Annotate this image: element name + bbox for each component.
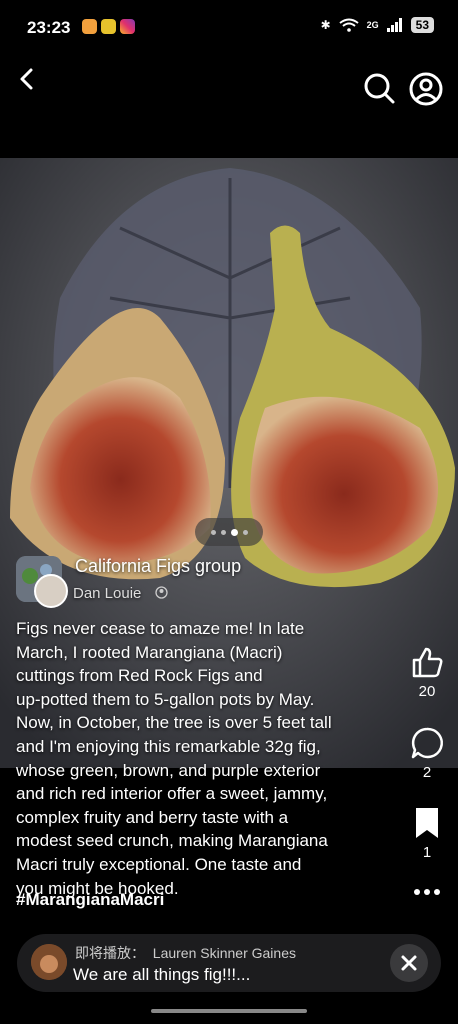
status-bar: 23:23 ✱ 2G 53	[0, 0, 458, 56]
up-next-player[interactable]: 即将播放： Lauren Skinner Gaines We are all t…	[17, 934, 441, 992]
post-line: whose green, brown, and purple exterior	[16, 760, 321, 780]
carousel-dot[interactable]	[210, 529, 216, 535]
post-line: Now, in October, the tree is over 5 feet…	[16, 713, 332, 733]
carousel-dot[interactable]	[242, 529, 248, 535]
status-time: 23:23	[27, 18, 71, 37]
top-nav	[0, 56, 458, 126]
app-notification-icon	[101, 19, 116, 34]
close-button[interactable]	[390, 944, 428, 982]
player-avatar	[31, 944, 67, 980]
comment-icon	[411, 727, 443, 759]
instagram-icon	[120, 19, 135, 34]
post-line: modest seed crunch, making Marangiana	[16, 831, 328, 851]
carousel-pager	[195, 518, 263, 546]
post-line: March, I rooted Marangiana (Macri)	[16, 642, 283, 662]
status-indicators: ✱ 2G 53	[321, 17, 434, 33]
close-icon	[401, 955, 417, 971]
player-artist: Lauren Skinner Gaines	[152, 945, 296, 961]
save-button[interactable]: 1	[407, 806, 447, 861]
post-line: cuttings from Red Rock Figs and	[16, 666, 263, 686]
profile-icon[interactable]	[408, 71, 444, 107]
carousel-dot-active[interactable]	[230, 528, 238, 536]
post-line: Macri truly exceptional. One taste and	[16, 854, 302, 874]
post-line: Figs never cease to amaze me! In late	[16, 619, 305, 638]
author-name[interactable]: Dan Louie	[73, 585, 141, 602]
up-next-label: 即将播放：	[75, 945, 145, 961]
player-label: 即将播放： Lauren Skinner Gaines	[75, 943, 296, 963]
bookmark-icon	[416, 808, 438, 838]
post-line: and I'm enjoying this remarkable 32g fig…	[16, 736, 321, 756]
network-type: 2G	[366, 20, 379, 30]
thumbs-up-icon	[412, 647, 443, 678]
author-badge-icon	[155, 586, 168, 599]
hashtag-link[interactable]: #MarangianaMacri	[16, 890, 164, 910]
more-icon[interactable]	[413, 882, 441, 902]
notification-icons	[82, 19, 135, 34]
chevron-left-icon[interactable]	[12, 64, 42, 94]
save-count: 1	[422, 844, 432, 861]
home-indicator[interactable]	[151, 1009, 307, 1013]
comment-button[interactable]: 2	[407, 726, 447, 781]
carousel-dot[interactable]	[220, 529, 226, 535]
like-button[interactable]: 20	[407, 645, 447, 700]
bluetooth-icon: ✱	[320, 18, 331, 32]
post-line: complex fruity and berry taste with a	[16, 807, 289, 827]
post-text: Figs never cease to amaze me! In late Ma…	[16, 617, 384, 900]
search-icon[interactable]	[362, 71, 396, 105]
app-notification-icon	[82, 19, 97, 34]
wifi-icon	[339, 18, 359, 32]
post-line: up-potted them to 5-gallon pots by May.	[16, 689, 315, 709]
signal-icon	[386, 18, 402, 32]
author-avatar[interactable]	[34, 574, 68, 608]
comment-count: 2	[422, 764, 432, 781]
player-avatar-image	[31, 944, 67, 980]
like-count: 20	[418, 683, 436, 700]
battery-indicator: 53	[410, 17, 434, 33]
post-line: and rich red interior offer a sweet, jam…	[16, 784, 328, 804]
group-name[interactable]: California Figs group	[75, 556, 241, 577]
player-title: We are all things fig!!!...	[73, 965, 251, 984]
